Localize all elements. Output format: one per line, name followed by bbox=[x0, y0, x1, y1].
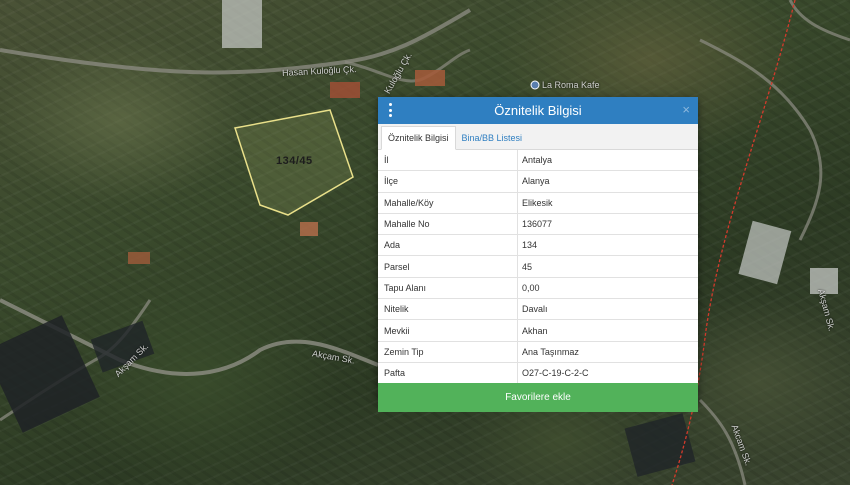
row-value: 134 bbox=[522, 240, 538, 251]
greenhouse bbox=[624, 413, 696, 477]
row-key: Ada bbox=[378, 235, 518, 256]
row-value: Ana Taşınmaz bbox=[522, 346, 579, 357]
row-key: Parsel bbox=[378, 256, 518, 277]
table-row: Mevkii Akhan bbox=[378, 320, 698, 342]
poi-label[interactable]: La Roma Kafe bbox=[542, 80, 600, 90]
road bbox=[788, 0, 850, 42]
parcel-label: 134/45 bbox=[276, 155, 313, 167]
building bbox=[128, 252, 150, 264]
poi-marker-icon[interactable] bbox=[530, 80, 540, 90]
row-key: Mahalle No bbox=[378, 213, 518, 235]
greenhouse bbox=[222, 0, 262, 48]
building bbox=[300, 222, 318, 236]
row-value: O27-C-19-C-2-C bbox=[522, 368, 589, 379]
tab-building-list[interactable]: Bina/BB Listesi bbox=[456, 127, 529, 149]
row-key: Mahalle/Köy bbox=[378, 192, 518, 213]
row-value: 0,00 bbox=[522, 282, 540, 293]
table-row: Ada 134 bbox=[378, 235, 698, 257]
table-row: İlçe Alanya bbox=[378, 171, 698, 193]
attribute-table: İl Antalya İlçe Alanya Mahalle/Köy Elikesik… bbox=[378, 150, 698, 384]
table-row: Nitelik Davalı bbox=[378, 299, 698, 321]
building bbox=[330, 82, 360, 98]
row-key: İl bbox=[378, 150, 518, 171]
tab-bar: Öznitelik Bilgisi Bina/BB Listesi bbox=[378, 124, 698, 150]
table-row: Tapu Alanı 0,00 bbox=[378, 277, 698, 300]
greenhouse bbox=[738, 220, 792, 285]
row-key: Mevkii bbox=[378, 320, 518, 341]
panel-title: Öznitelik Bilgisi bbox=[494, 103, 582, 118]
row-key: İlçe bbox=[378, 171, 518, 192]
building bbox=[415, 70, 445, 86]
row-key: Pafta bbox=[378, 362, 518, 384]
road bbox=[699, 38, 823, 241]
close-icon[interactable]: × bbox=[682, 102, 690, 118]
table-row: Mahalle/Köy Elikesik bbox=[378, 192, 698, 214]
row-key: Zemin Tip bbox=[378, 341, 518, 362]
row-value: Alanya bbox=[522, 176, 550, 187]
row-key: Nitelik bbox=[378, 299, 518, 320]
table-row: Mahalle No 136077 bbox=[378, 213, 698, 236]
table-row: Zemin Tip Ana Taşınmaz bbox=[378, 341, 698, 363]
row-key: Tapu Alanı bbox=[378, 277, 518, 299]
panel-header: Öznitelik Bilgisi × bbox=[378, 97, 698, 124]
add-to-favorites-button[interactable]: Favorilere ekle bbox=[378, 383, 698, 413]
row-value: Davalı bbox=[522, 304, 548, 315]
table-row: Parsel 45 bbox=[378, 256, 698, 278]
row-value: Elikesik bbox=[522, 197, 553, 208]
tab-attribute-info[interactable]: Öznitelik Bilgisi bbox=[381, 126, 456, 150]
menu-kebab-icon[interactable] bbox=[388, 103, 392, 117]
table-row: İl Antalya bbox=[378, 150, 698, 172]
attribute-info-panel: Öznitelik Bilgisi × Öznitelik Bilgisi Bi… bbox=[378, 97, 698, 413]
row-value: 45 bbox=[522, 261, 533, 272]
row-value: Akhan bbox=[522, 325, 548, 336]
row-value: Antalya bbox=[522, 155, 553, 166]
greenhouse bbox=[0, 315, 100, 433]
row-value: 136077 bbox=[522, 219, 553, 230]
table-row: Pafta O27-C-19-C-2-C bbox=[378, 362, 698, 384]
